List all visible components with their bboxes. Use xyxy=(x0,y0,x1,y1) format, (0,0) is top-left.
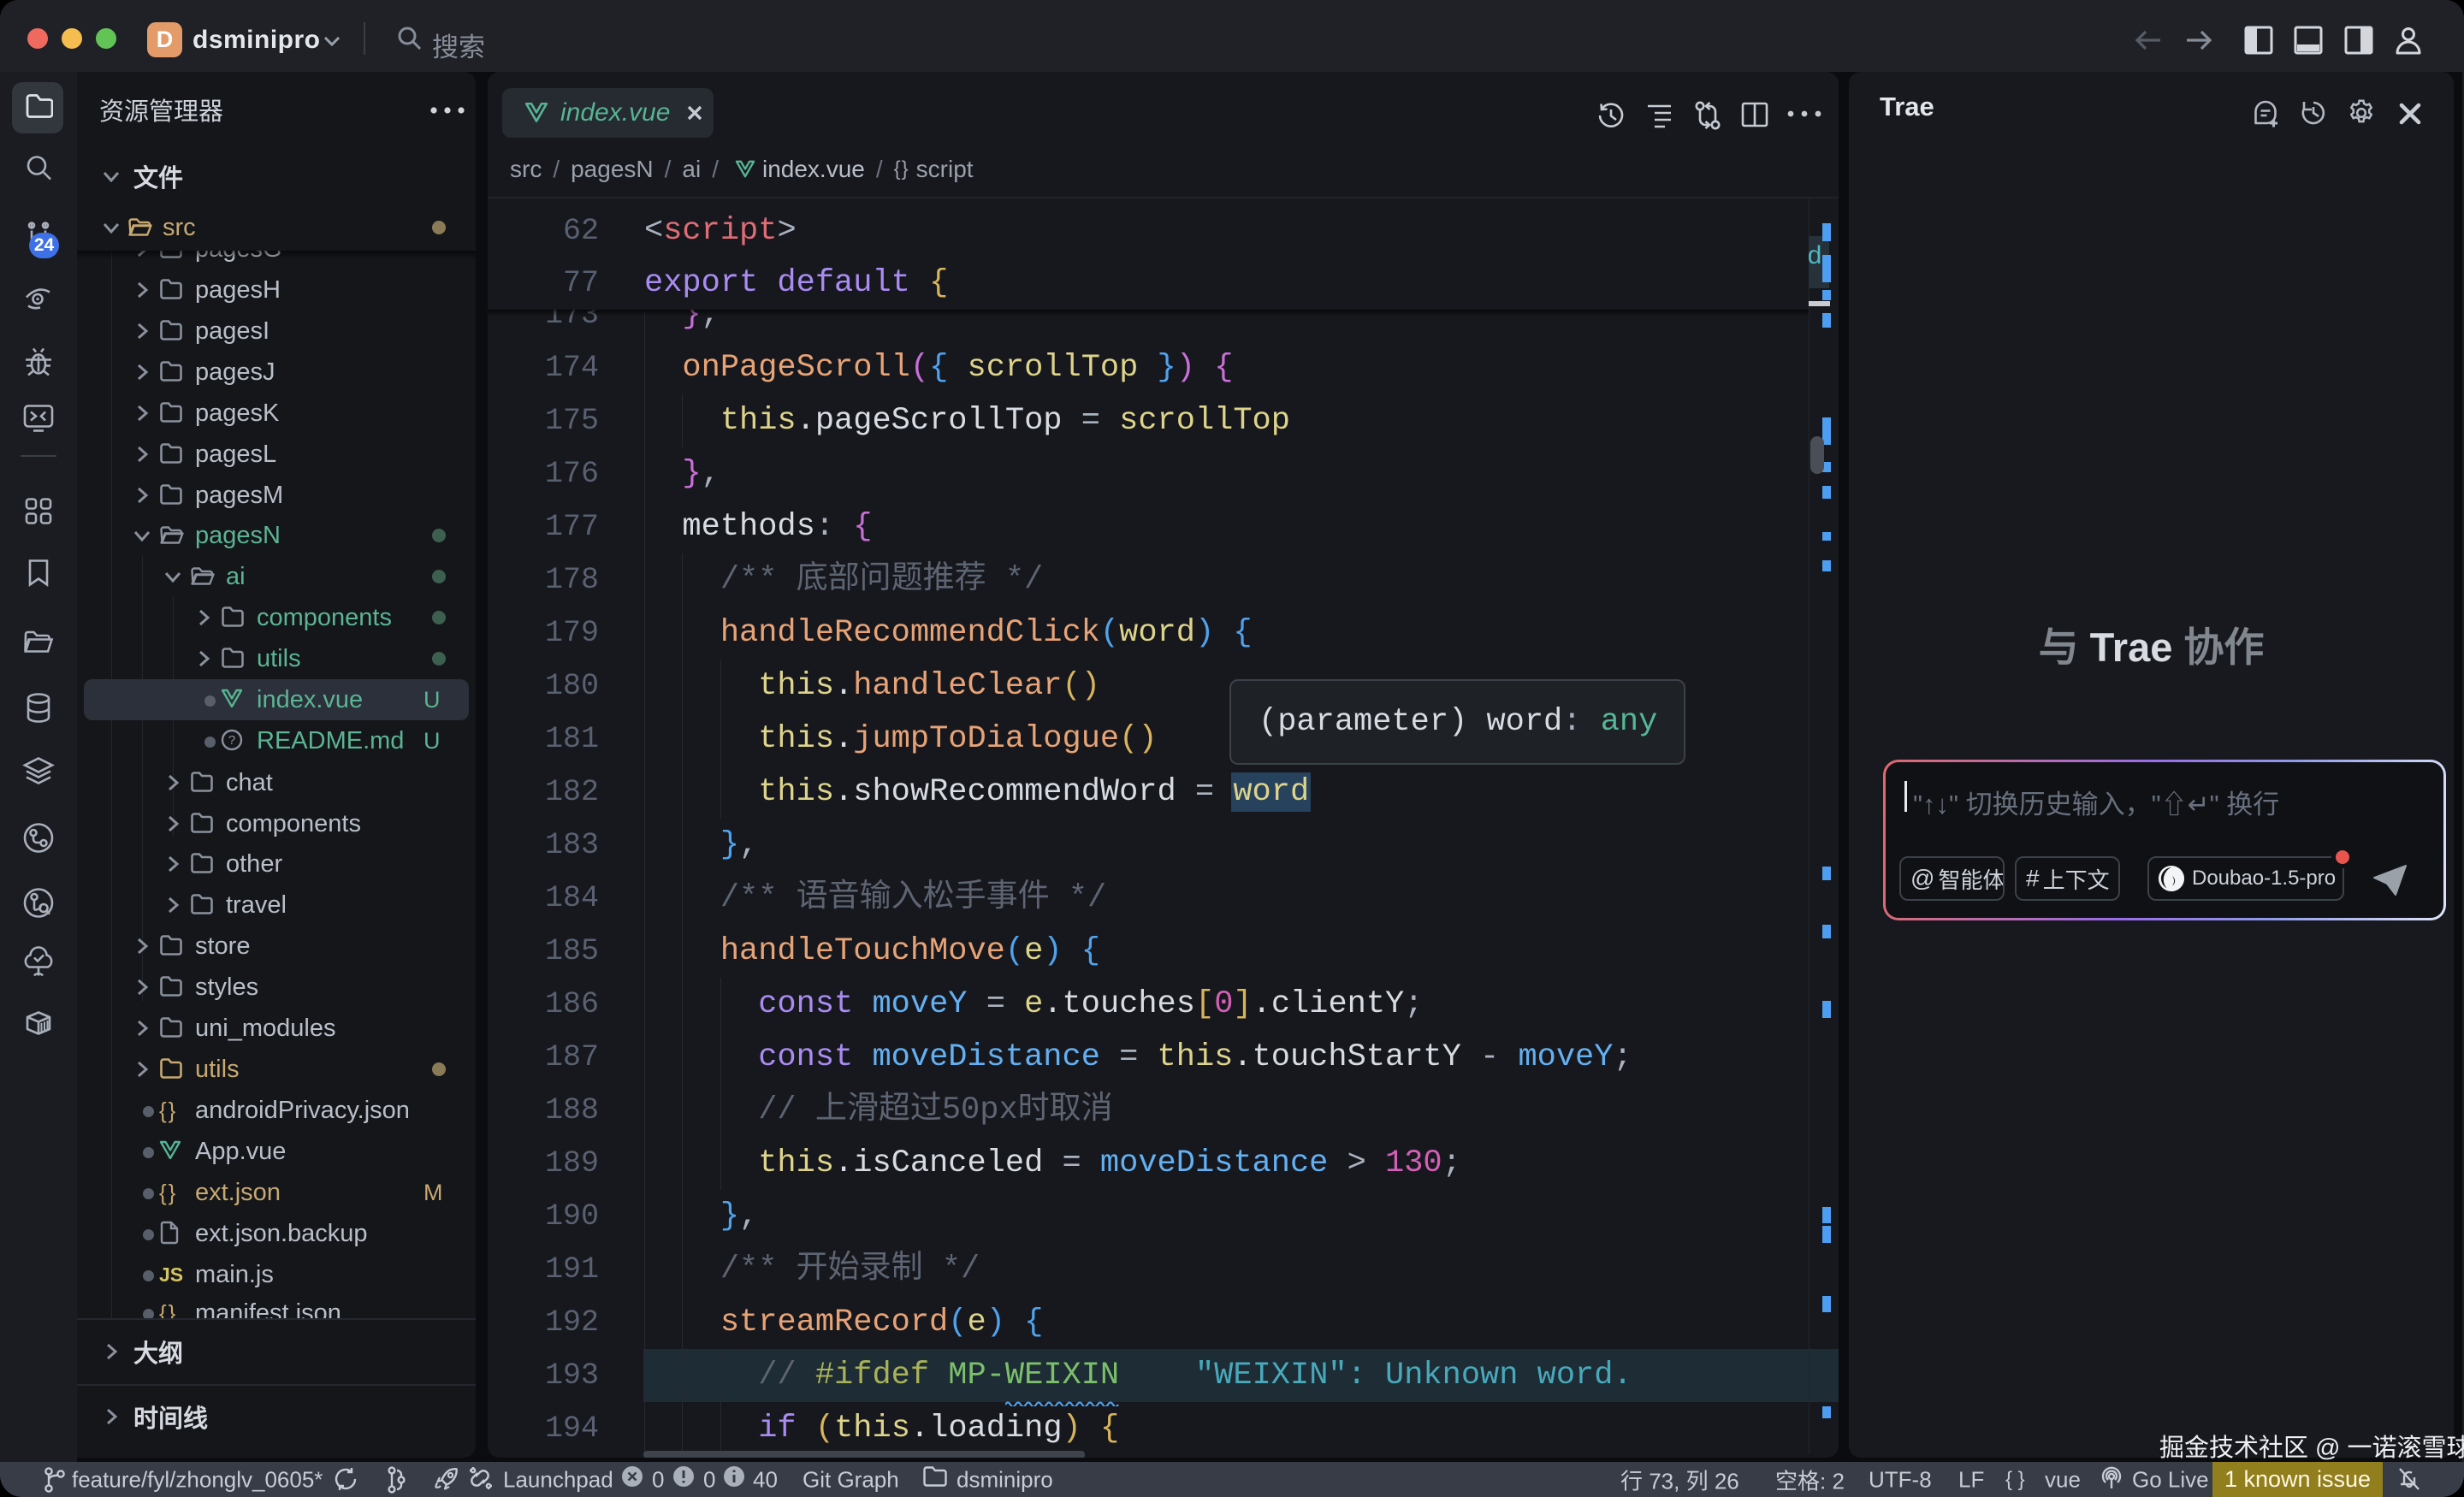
svg-text:?: ? xyxy=(228,733,235,748)
